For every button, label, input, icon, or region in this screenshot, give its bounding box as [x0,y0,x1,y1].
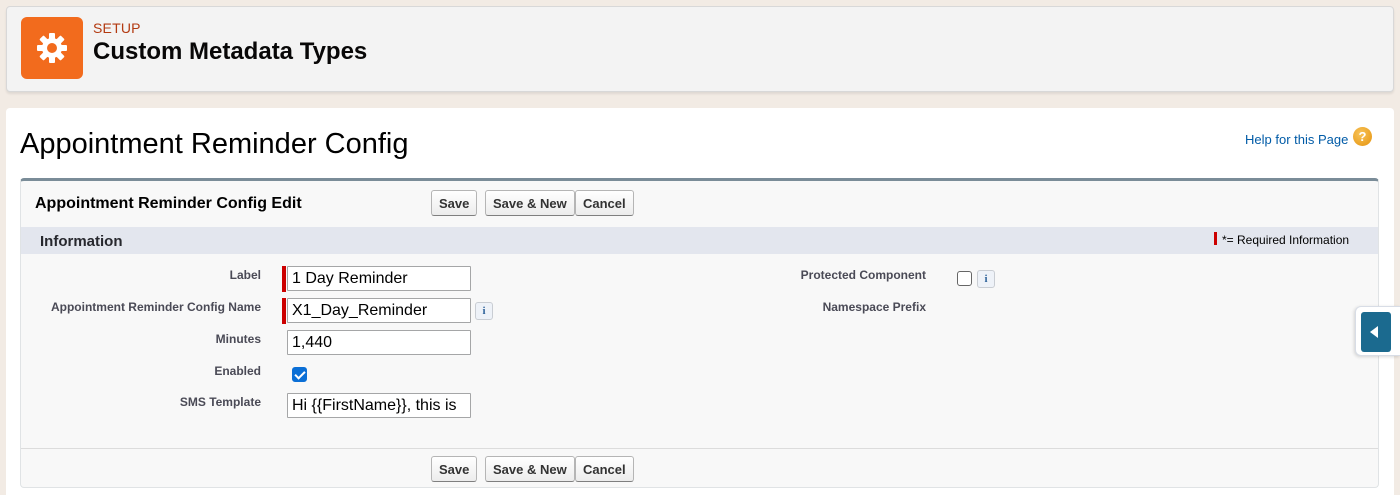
chevron-left-icon [1361,312,1391,352]
save-and-new-button[interactable]: Save & New [485,456,575,482]
info-icon[interactable]: i [977,270,995,288]
enabled-label: Enabled [214,364,261,378]
sms-template-label: SMS Template [179,395,261,409]
side-panel-toggle[interactable] [1355,306,1400,356]
section-header: Information *= Required Information [21,227,1378,254]
save-button[interactable]: Save [431,190,478,216]
cancel-button[interactable]: Cancel [575,456,634,482]
label-field-label: Label [229,268,261,282]
config-name-input[interactable] [287,298,471,323]
label-input[interactable] [287,266,471,291]
bottom-button-bar: Save Save & New Cancel [21,448,1378,488]
minutes-input[interactable] [287,330,471,355]
protected-component-label: Protected Component [800,268,926,282]
save-and-new-button[interactable]: Save & New [485,190,575,216]
minutes-label: Minutes [215,332,261,346]
setup-header: SETUP Custom Metadata Types [6,6,1394,92]
protected-component-checkbox[interactable] [957,271,972,286]
section-title: Information [40,233,123,250]
enabled-checkbox[interactable] [292,367,307,382]
required-marker [282,298,286,324]
required-marker [1214,232,1217,245]
setup-title: Custom Metadata Types [93,38,368,65]
sms-template-input[interactable] [287,393,471,418]
cancel-button[interactable]: Cancel [575,190,634,216]
block-title: Appointment Reminder Config Edit [35,195,302,212]
setup-eyebrow: SETUP [93,20,141,36]
required-legend: *= Required Information [1222,233,1350,247]
page-card: Appointment Reminder Config Help for thi… [6,108,1394,495]
edit-block: Appointment Reminder Config Edit Save Sa… [20,178,1379,488]
help-icon[interactable]: ? [1353,127,1372,146]
help-link[interactable]: Help for this Page [1245,132,1348,147]
required-marker [282,266,286,292]
namespace-prefix-label: Namespace Prefix [822,300,926,314]
config-name-label: Appointment Reminder Config Name [50,300,261,314]
page-title: Appointment Reminder Config [20,128,409,160]
info-icon[interactable]: i [475,302,493,320]
gear-icon [21,17,83,79]
save-button[interactable]: Save [431,456,478,482]
